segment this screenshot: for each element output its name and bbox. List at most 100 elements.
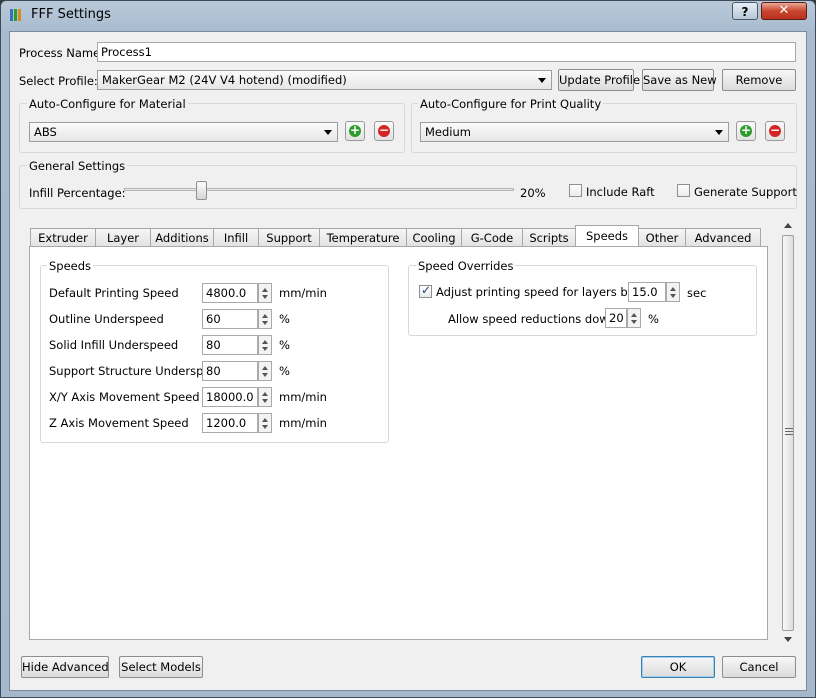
spin-arrows-icon[interactable]	[258, 309, 272, 329]
speed-value[interactable]: 18000.0	[202, 387, 258, 407]
speed-spinbox[interactable]: 80	[202, 335, 272, 355]
include-raft-label: Include Raft	[586, 185, 655, 199]
tab-infill[interactable]: Infill	[213, 228, 259, 247]
close-button[interactable]: ✕	[761, 2, 807, 20]
window-title: FFF Settings	[31, 7, 111, 22]
material-group-title: Auto-Configure for Material	[27, 97, 188, 111]
generate-support-checkbox[interactable]	[677, 184, 690, 197]
adjust-speed-checkbox[interactable]: ✓	[419, 283, 432, 298]
remove-material-button[interactable]: −	[374, 121, 394, 141]
profile-combo[interactable]: MakerGear M2 (24V V4 hotend) (modified)	[97, 70, 552, 90]
spin-arrows-icon[interactable]	[258, 283, 272, 303]
select-models-button[interactable]: Select Models	[119, 656, 203, 678]
fff-settings-window: FFF Settings ? ✕ Process Name: Process1 …	[0, 0, 816, 698]
material-combo[interactable]: ABS	[29, 122, 338, 142]
speed-value[interactable]: 60	[202, 309, 258, 329]
spin-arrows-icon[interactable]	[666, 282, 680, 302]
tab-bar: Extruder Layer Additions Infill Support Tempe…	[30, 225, 770, 248]
adjust-speed-value[interactable]: 15.0	[628, 282, 666, 302]
speeds-group-title: Speeds	[47, 259, 94, 273]
cancel-button[interactable]: Cancel	[722, 656, 796, 678]
speed-value[interactable]: 80	[202, 361, 258, 381]
speed-row-label: X/Y Axis Movement Speed	[49, 390, 200, 404]
profile-selected: MakerGear M2 (24V V4 hotend) (modified)	[102, 73, 347, 87]
adjust-speed-unit: sec	[687, 286, 707, 300]
process-name-label: Process Name:	[19, 46, 105, 60]
select-profile-label: Select Profile:	[19, 74, 98, 88]
tab-speeds[interactable]: Speeds	[575, 225, 639, 248]
grip-icon	[785, 428, 793, 435]
speed-unit: %	[279, 338, 290, 352]
speed-overrides-title: Speed Overrides	[416, 259, 516, 273]
allow-reductions-label: Allow speed reductions down to	[448, 312, 632, 326]
allow-reductions-unit: %	[648, 312, 659, 326]
title-bar[interactable]: FFF Settings ? ✕	[1, 1, 815, 29]
speed-spinbox[interactable]: 18000.0	[202, 387, 272, 407]
spin-arrows-icon[interactable]	[258, 413, 272, 433]
add-quality-button[interactable]: +	[736, 121, 756, 141]
allow-reductions-spinbox[interactable]: 20	[605, 308, 641, 328]
quality-group-title: Auto-Configure for Print Quality	[418, 97, 604, 111]
tab-other[interactable]: Other	[638, 228, 686, 247]
scrollbar-thumb[interactable]	[782, 235, 794, 631]
speeds-tab-panel: Speeds Default Printing Speed 4800.0 mm/mi…	[29, 246, 768, 640]
save-as-new-button[interactable]: Save as New	[642, 69, 717, 91]
tab-g-code[interactable]: G-Code	[461, 228, 523, 247]
add-material-button[interactable]: +	[345, 121, 365, 141]
infill-slider-handle[interactable]	[196, 181, 207, 200]
allow-reductions-value[interactable]: 20	[605, 308, 627, 328]
infill-percentage-label: Infill Percentage:	[29, 186, 126, 200]
tab-additions[interactable]: Additions	[150, 228, 214, 247]
speed-row-label: Default Printing Speed	[49, 286, 179, 300]
tab-cooling[interactable]: Cooling	[406, 228, 462, 247]
speed-spinbox[interactable]: 80	[202, 361, 272, 381]
ok-button[interactable]: OK	[641, 656, 715, 678]
scroll-up-icon[interactable]	[784, 223, 792, 228]
spin-arrows-icon[interactable]	[627, 308, 641, 328]
remove-profile-button[interactable]: Remove	[722, 69, 796, 91]
remove-quality-button[interactable]: −	[765, 121, 785, 141]
update-profile-button[interactable]: Update Profile	[558, 69, 640, 91]
speed-value[interactable]: 1200.0	[202, 413, 258, 433]
chevron-down-icon	[324, 130, 332, 135]
adjust-speed-spinbox[interactable]: 15.0	[628, 282, 680, 302]
speed-unit: mm/min	[279, 390, 327, 404]
quality-selected: Medium	[425, 125, 471, 139]
speed-spinbox[interactable]: 1200.0	[202, 413, 272, 433]
vertical-scrollbar[interactable]	[781, 219, 795, 647]
include-raft-checkbox[interactable]	[569, 184, 582, 197]
tab-extruder[interactable]: Extruder	[30, 228, 96, 247]
spin-arrows-icon[interactable]	[258, 335, 272, 355]
speed-unit: mm/min	[279, 286, 327, 300]
speed-unit: %	[279, 312, 290, 326]
tab-layer[interactable]: Layer	[95, 228, 151, 247]
speed-row-label: Support Structure Underspeed	[49, 364, 225, 378]
adjust-speed-label: Adjust printing speed for layers below	[436, 285, 655, 299]
help-button[interactable]: ?	[732, 2, 758, 20]
speed-value[interactable]: 80	[202, 335, 258, 355]
general-settings-title: General Settings	[27, 159, 128, 173]
tab-temperature[interactable]: Temperature	[319, 228, 407, 247]
speed-row-label: Outline Underspeed	[49, 312, 164, 326]
scroll-down-icon[interactable]	[784, 637, 792, 642]
tab-advanced[interactable]: Advanced	[685, 228, 761, 247]
chevron-down-icon	[715, 130, 723, 135]
tab-support[interactable]: Support	[258, 228, 320, 247]
infill-slider-track[interactable]	[124, 188, 514, 191]
tab-scripts[interactable]: Scripts	[522, 228, 576, 247]
speed-row-label: Z Axis Movement Speed	[49, 416, 189, 430]
spin-arrows-icon[interactable]	[258, 361, 272, 381]
process-name-input[interactable]: Process1	[97, 42, 796, 62]
speed-value[interactable]: 4800.0	[202, 283, 258, 303]
speed-unit: %	[279, 364, 290, 378]
speed-row-label: Solid Infill Underspeed	[49, 338, 179, 352]
infill-percentage-value: 20%	[520, 186, 546, 200]
speed-spinbox[interactable]: 4800.0	[202, 283, 272, 303]
hide-advanced-button[interactable]: Hide Advanced	[21, 656, 109, 678]
spin-arrows-icon[interactable]	[258, 387, 272, 407]
speed-spinbox[interactable]: 60	[202, 309, 272, 329]
chevron-down-icon	[538, 78, 546, 83]
generate-support-label: Generate Support	[694, 185, 797, 199]
quality-combo[interactable]: Medium	[420, 122, 729, 142]
speed-unit: mm/min	[279, 416, 327, 430]
